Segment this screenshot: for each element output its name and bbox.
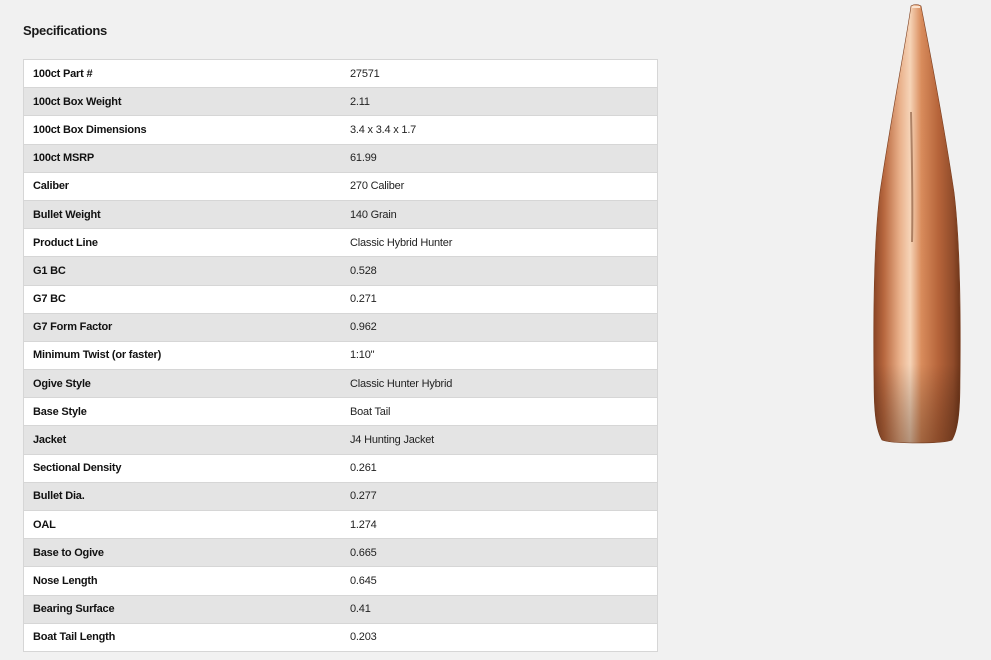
spec-label: G1 BC bbox=[23, 256, 341, 285]
spec-label: Product Line bbox=[23, 228, 341, 257]
spec-value: 61.99 bbox=[341, 143, 658, 173]
spec-label: Bullet Dia. bbox=[23, 481, 341, 511]
spec-row: G7 BC 0.271 bbox=[23, 284, 658, 314]
spec-value: 0.528 bbox=[341, 256, 658, 285]
spec-value: 0.261 bbox=[341, 453, 658, 483]
spec-value: 0.271 bbox=[341, 284, 658, 314]
spec-value: 0.645 bbox=[341, 566, 658, 596]
spec-value: Classic Hybrid Hunter bbox=[341, 228, 658, 257]
spec-row: Base to Ogive 0.665 bbox=[23, 538, 658, 567]
spec-row: Sectional Density 0.261 bbox=[23, 453, 658, 483]
spec-value: Classic Hunter Hybrid bbox=[341, 369, 658, 398]
spec-label: Bullet Weight bbox=[23, 199, 341, 229]
spec-value: 1.274 bbox=[341, 509, 658, 539]
spec-row: Base Style Boat Tail bbox=[23, 397, 658, 426]
spec-row: 100ct Part # 27571 bbox=[24, 60, 658, 88]
specifications-table-body: 100ct Part #27571 100ct Box Weight 2.11 100… bbox=[23, 60, 658, 652]
spec-value: 1:10" bbox=[341, 340, 658, 370]
spec-value: 140 Grain bbox=[341, 199, 658, 229]
spec-row: Product Line Classic Hybrid Hunter bbox=[23, 228, 658, 257]
spec-value: 0.41 bbox=[341, 594, 658, 624]
spec-value: 0.203 bbox=[341, 622, 658, 652]
spec-label: Minimum Twist (or faster) bbox=[23, 340, 341, 370]
spec-value: 0.665 bbox=[341, 538, 658, 567]
spec-row: Caliber 270 Caliber bbox=[23, 171, 658, 201]
spec-label: Bearing Surface bbox=[23, 594, 341, 624]
spec-row: Ogive Style Classic Hunter Hybrid bbox=[23, 369, 658, 398]
spec-row: Bullet Weight 140 Grain bbox=[23, 199, 658, 229]
spec-row: 100ct Box Weight 2.11 bbox=[23, 87, 658, 116]
spec-value: 0.277 bbox=[341, 481, 658, 511]
spec-label: Nose Length bbox=[23, 566, 341, 596]
spec-value: 270 Caliber bbox=[341, 171, 658, 201]
spec-label: Caliber bbox=[23, 171, 341, 201]
spec-row: OAL 1.274 bbox=[23, 509, 658, 539]
spec-label: 100ct MSRP bbox=[23, 143, 341, 173]
spec-value: 2.11 bbox=[341, 87, 658, 116]
spec-row: Bearing Surface 0.41 bbox=[23, 594, 658, 624]
spec-label: 100ct Box Dimensions bbox=[23, 115, 341, 145]
spec-label: Jacket bbox=[23, 425, 341, 455]
spec-value: 27571 bbox=[350, 67, 380, 80]
bullet-image bbox=[862, 2, 972, 450]
spec-row: Nose Length 0.645 bbox=[23, 566, 658, 596]
spec-value: 3.4 x 3.4 x 1.7 bbox=[341, 115, 658, 145]
spec-row: Jacket J4 Hunting Jacket bbox=[23, 425, 658, 455]
spec-value: Boat Tail bbox=[341, 397, 658, 426]
spec-label: G7 Form Factor bbox=[23, 312, 341, 342]
spec-label: Base Style bbox=[23, 397, 341, 426]
spec-row: Bullet Dia. 0.277 bbox=[23, 481, 658, 511]
spec-label: G7 BC bbox=[23, 284, 341, 314]
spec-label: 100ct Box Weight bbox=[23, 87, 341, 116]
bullet-illustration bbox=[873, 4, 961, 444]
spec-row: G7 Form Factor 0.962 bbox=[23, 312, 658, 342]
spec-label: 100ct Part # bbox=[33, 67, 93, 80]
specifications-table: 100ct Part #27571 100ct Box Weight 2.11 100… bbox=[23, 59, 658, 652]
spec-row: 100ct Box Dimensions 3.4 x 3.4 x 1.7 bbox=[23, 115, 658, 145]
spec-label: OAL bbox=[23, 509, 341, 539]
spec-row: Minimum Twist (or faster) 1:10" bbox=[23, 340, 658, 370]
spec-row: G1 BC 0.528 bbox=[23, 256, 658, 285]
spec-value: 0.962 bbox=[341, 312, 658, 342]
spec-label: Sectional Density bbox=[23, 453, 341, 483]
specifications-heading: Specifications bbox=[23, 23, 107, 38]
spec-label: Boat Tail Length bbox=[23, 622, 341, 652]
spec-label: Base to Ogive bbox=[23, 538, 341, 567]
spec-label: Ogive Style bbox=[23, 369, 341, 398]
spec-value: J4 Hunting Jacket bbox=[341, 425, 658, 455]
spec-row: Boat Tail Length 0.203 bbox=[23, 622, 658, 652]
spec-page: Specifications 100ct Part # 27571 100ct Bo… bbox=[0, 0, 991, 660]
spec-row: 100ct MSRP 61.99 bbox=[23, 143, 658, 173]
